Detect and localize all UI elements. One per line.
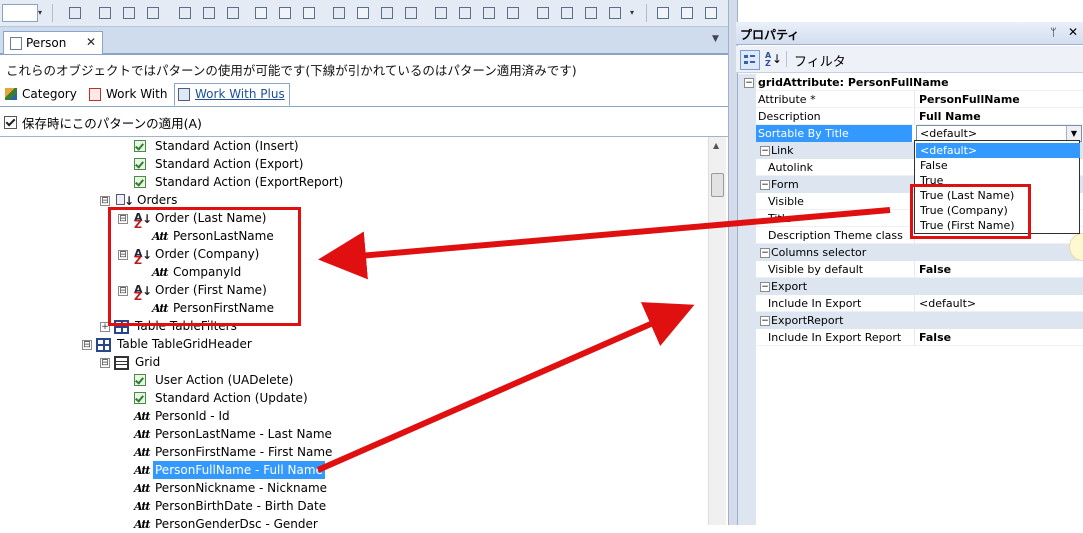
arrow-options-to-orders <box>318 207 891 280</box>
arrow-attribute-to-properties <box>316 302 695 473</box>
annotation-arrows <box>316 207 891 473</box>
